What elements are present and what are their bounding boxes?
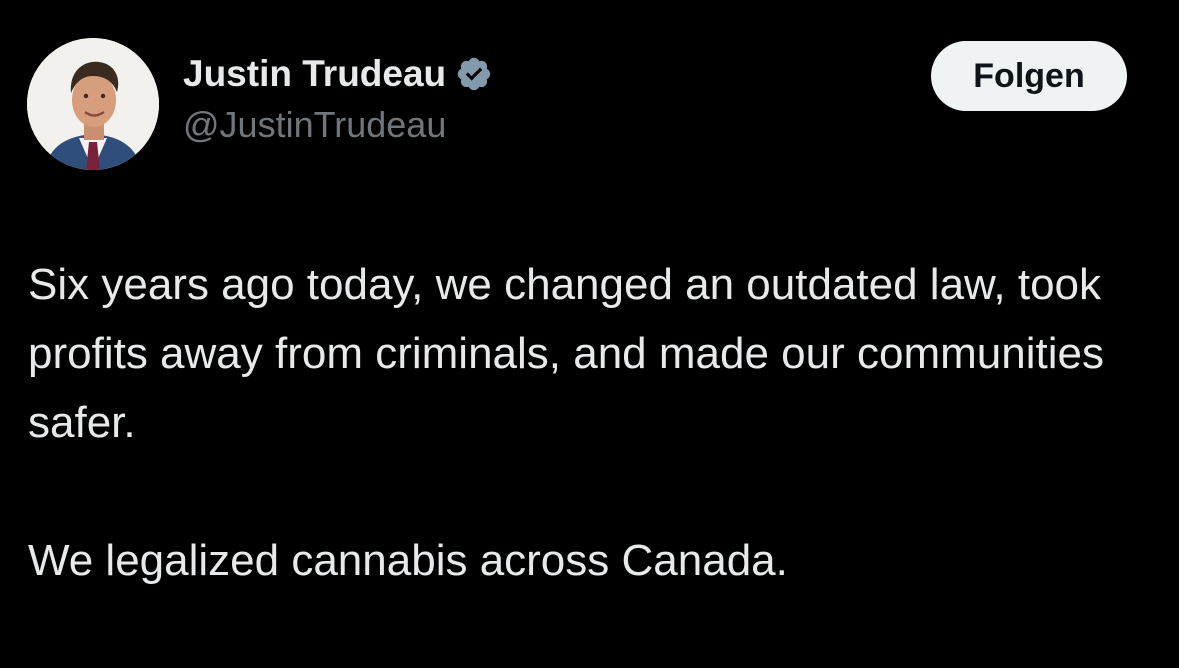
tweet-card: Justin Trudeau @JustinTrudeau Folgen Six… bbox=[0, 0, 1179, 668]
tweet-paragraph: Six years ago today, we changed an outda… bbox=[28, 260, 1104, 447]
verified-badge-icon bbox=[455, 55, 493, 93]
tweet-text: Six years ago today, we changed an outda… bbox=[28, 250, 1158, 595]
tweet-paragraph: We legalized cannabis across Canada. bbox=[28, 536, 788, 585]
avatar[interactable] bbox=[27, 38, 159, 170]
user-handle[interactable]: @JustinTrudeau bbox=[183, 104, 493, 146]
display-name[interactable]: Justin Trudeau bbox=[183, 53, 446, 95]
follow-button[interactable]: Folgen bbox=[931, 41, 1127, 111]
tweet-header: Justin Trudeau @JustinTrudeau bbox=[183, 50, 493, 146]
profile-photo bbox=[27, 38, 159, 170]
name-row: Justin Trudeau bbox=[183, 50, 493, 98]
